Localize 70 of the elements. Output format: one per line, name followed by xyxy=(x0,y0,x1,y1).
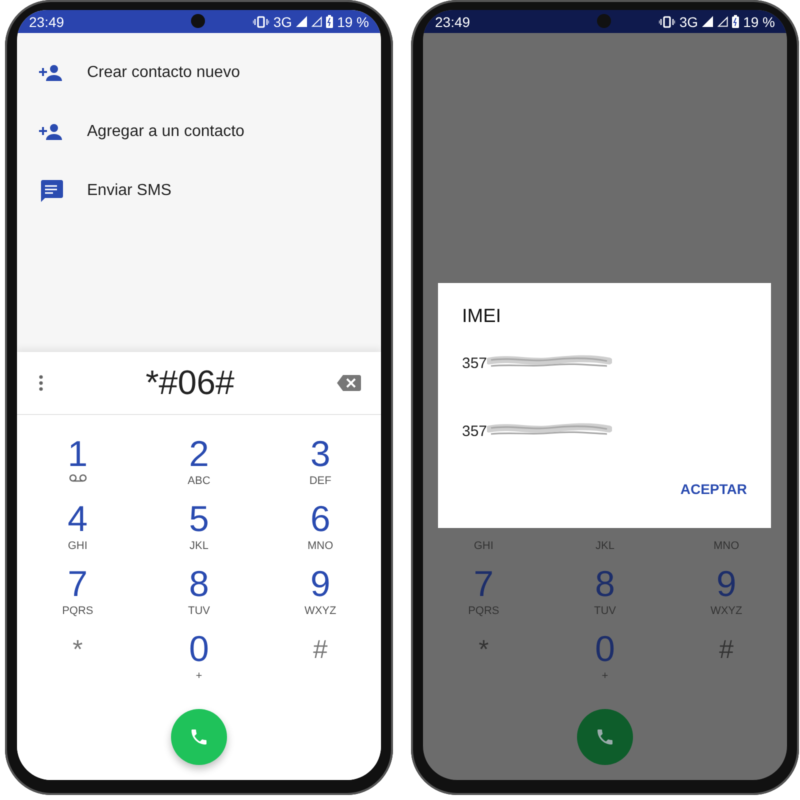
key-letters: PQRS xyxy=(62,604,94,618)
message-icon xyxy=(39,180,63,202)
key-letters: JKL xyxy=(190,539,208,553)
key-letters: + xyxy=(602,669,608,683)
signal-empty-icon xyxy=(311,16,322,27)
key-letters: MNO xyxy=(713,539,740,553)
key-digit: 0 xyxy=(594,629,615,669)
key-digit: 7 xyxy=(68,564,88,604)
phone-icon xyxy=(189,727,209,747)
action-label: Enviar SMS xyxy=(87,182,172,200)
clock: 23:49 xyxy=(29,14,64,30)
action-item[interactable]: Agregar a un contacto xyxy=(17,102,381,161)
network-type: 3G xyxy=(273,14,292,30)
imei-number: 357 xyxy=(462,422,488,440)
key-symbol: * xyxy=(72,633,83,666)
signal-icon xyxy=(702,16,714,27)
action-label: Crear contacto nuevo xyxy=(87,64,240,82)
key-digit: 5 xyxy=(188,499,209,539)
key-letters: TUV xyxy=(188,604,210,618)
key-letters: ABC xyxy=(188,474,210,488)
key-digit: 1 xyxy=(68,434,88,474)
key-digit: 9 xyxy=(310,564,330,604)
add-person-icon xyxy=(39,64,63,80)
accept-button[interactable]: ACEPTAR xyxy=(680,477,747,501)
vibrate-icon xyxy=(253,16,270,28)
key-digit: 2 xyxy=(188,434,209,474)
battery-charging-icon xyxy=(732,15,740,28)
key-symbol: # xyxy=(313,633,328,666)
key-digit: 9 xyxy=(716,564,736,604)
clock: 23:49 xyxy=(435,14,470,30)
signal-empty-icon xyxy=(717,16,728,27)
battery-charging-icon xyxy=(326,15,334,28)
key-letters: PQRS xyxy=(468,604,500,618)
call-button[interactable] xyxy=(171,709,227,765)
imei-number: 357 xyxy=(462,354,488,372)
phone-icon xyxy=(595,727,615,747)
key-letters: JKL xyxy=(596,539,614,553)
vibrate-icon xyxy=(659,16,676,28)
key-letters: GHI xyxy=(68,539,88,553)
key-digit: 8 xyxy=(594,564,615,604)
battery-level: 19 % xyxy=(743,14,775,30)
key-digit: 0 xyxy=(188,629,209,669)
key-letters: WXYZ xyxy=(304,604,336,618)
key-letters: GHI xyxy=(474,539,494,553)
key-digit: 6 xyxy=(310,499,330,539)
key-letters: DEF xyxy=(309,474,332,488)
key-letters: WXYZ xyxy=(710,604,742,618)
key-digit: 4 xyxy=(68,499,88,539)
backspace-icon[interactable] xyxy=(337,375,361,391)
dialed-number: *#06# xyxy=(144,364,236,402)
camera-hole xyxy=(597,14,611,28)
key-letters: MNO xyxy=(307,539,334,553)
battery-level: 19 % xyxy=(337,14,369,30)
network-type: 3G xyxy=(679,14,698,30)
key-symbol: # xyxy=(719,633,734,666)
key-letters: + xyxy=(196,669,202,683)
action-item[interactable]: Enviar SMS xyxy=(17,161,381,220)
key-digit: 7 xyxy=(474,564,494,604)
dialog-title: IMEI xyxy=(462,305,502,329)
key-symbol: * xyxy=(478,633,489,666)
add-person-icon xyxy=(39,124,63,140)
action-label: Agregar a un contacto xyxy=(87,122,244,140)
more-options-icon[interactable] xyxy=(39,375,43,391)
camera-hole xyxy=(191,14,205,28)
voicemail-icon xyxy=(68,474,87,482)
signal-icon xyxy=(296,16,308,27)
key-digit: 3 xyxy=(310,434,330,474)
key-letters: TUV xyxy=(594,604,616,618)
key-digit: 8 xyxy=(188,564,209,604)
action-item[interactable]: Crear contacto nuevo xyxy=(17,43,381,102)
